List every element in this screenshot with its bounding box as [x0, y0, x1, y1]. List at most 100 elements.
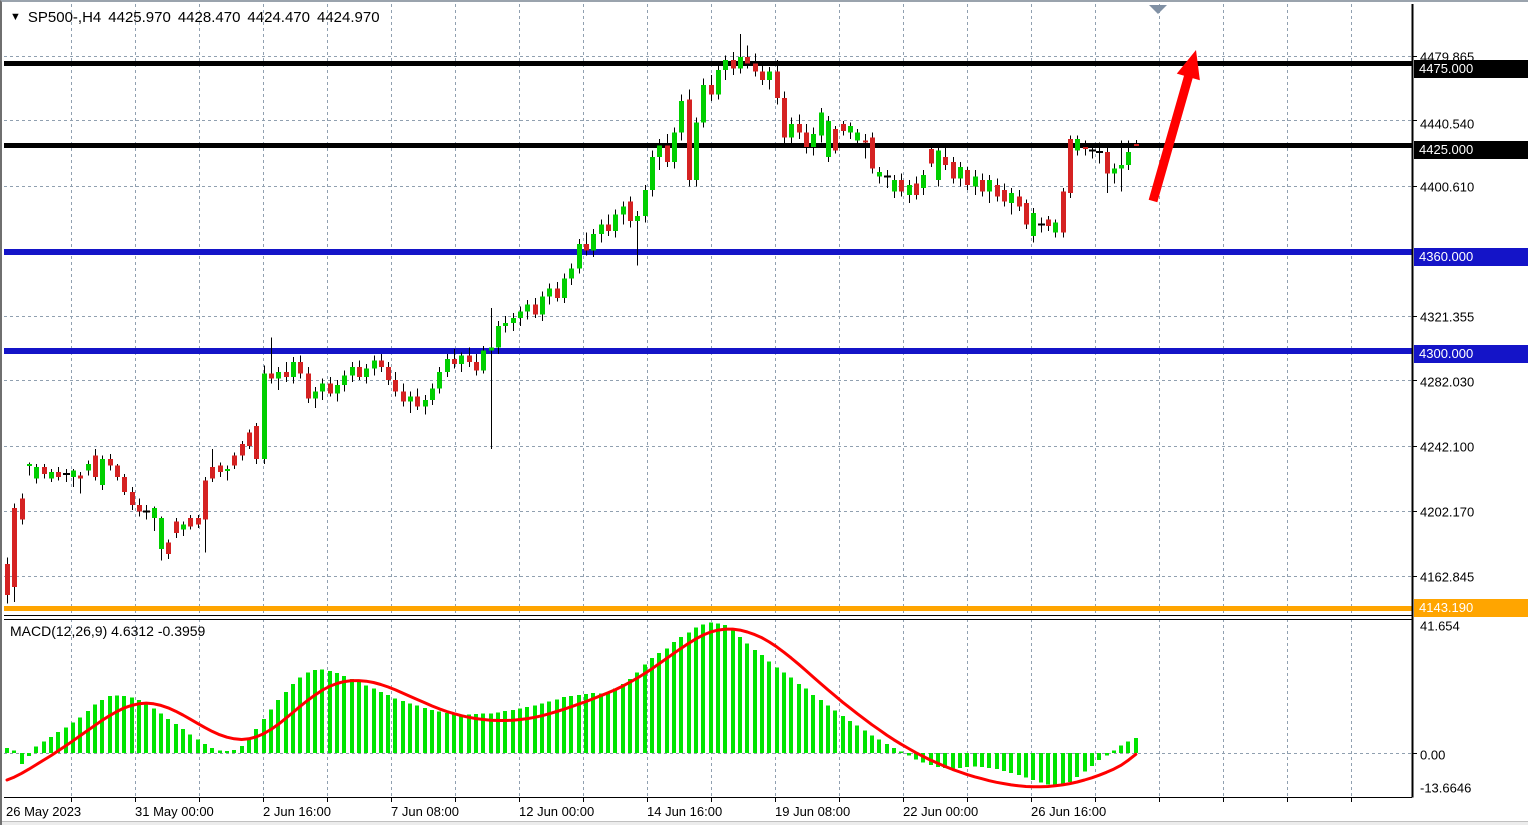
candle-body [709, 85, 714, 95]
horizontal-level-lines[interactable] [4, 61, 1412, 611]
macd-axis-label: 41.654 [1420, 619, 1460, 634]
candle-body [643, 190, 648, 216]
price-hline-4360.000[interactable] [4, 249, 1412, 255]
price-hline-4300.000[interactable] [4, 348, 1412, 354]
candle [599, 219, 604, 242]
candle-body [401, 392, 406, 402]
price-hline-4475.000[interactable] [4, 61, 1412, 66]
candle-body [797, 124, 802, 132]
macd-bar [64, 727, 68, 753]
candle [181, 521, 186, 536]
macd-bar [650, 658, 654, 753]
candle-body [496, 326, 501, 347]
candle-body [987, 180, 992, 191]
macd-bar [775, 668, 779, 753]
candle-body [313, 392, 318, 399]
candle [342, 370, 347, 391]
candle [958, 162, 963, 187]
candle-body [833, 129, 838, 150]
candle [562, 274, 567, 304]
candle-body [42, 467, 47, 474]
candle-body [159, 518, 164, 549]
macd-bar [225, 751, 229, 753]
scroll-to-end-marker-icon[interactable] [1149, 5, 1167, 14]
macd-bar [232, 750, 236, 753]
time-axis-label[interactable]: 19 Jun 08:00 [775, 804, 850, 819]
candle-body [1061, 191, 1066, 232]
chart-canvas[interactable] [2, 2, 1528, 825]
candle [1009, 188, 1014, 214]
price-axis-label: 4321.355 [1420, 310, 1474, 325]
price-axis-badge: 4300.000 [1414, 345, 1528, 363]
candle [987, 175, 992, 203]
candle [767, 67, 772, 90]
header-open: 4425.970 [108, 9, 171, 26]
candle-body [56, 472, 61, 477]
candle [56, 467, 61, 480]
macd-bar [1017, 753, 1021, 775]
time-axis-label[interactable]: 26 Jun 16:00 [1031, 804, 1106, 819]
macd-bar [518, 709, 522, 753]
macd-bar [1061, 753, 1065, 785]
candle-body [1024, 203, 1029, 224]
candle [547, 283, 552, 304]
time-axis-label[interactable]: 14 Jun 16:00 [647, 804, 722, 819]
macd-bar [247, 739, 251, 753]
candle [232, 452, 237, 468]
candle-body [262, 374, 267, 459]
candle-body [965, 170, 970, 185]
candle [291, 357, 296, 383]
grid-lines [4, 4, 1412, 797]
macd-bar [262, 719, 266, 753]
candle-body [342, 375, 347, 385]
candle [5, 557, 10, 603]
candle-body [320, 383, 325, 391]
time-axis-label[interactable]: 7 Jun 08:00 [391, 804, 459, 819]
candle-body [188, 518, 193, 526]
macd-bar [987, 753, 991, 768]
candle [511, 313, 516, 331]
candle [1112, 164, 1117, 184]
candle [687, 90, 692, 187]
annotation-arrow[interactable] [1153, 50, 1200, 201]
candle-body [613, 214, 618, 230]
candle [694, 118, 699, 187]
candle-body [745, 57, 750, 64]
candle-body [108, 459, 113, 466]
candle-body [672, 132, 677, 162]
time-axis-label[interactable]: 26 May 2023 [6, 804, 81, 819]
time-axis-label[interactable]: 31 May 00:00 [135, 804, 214, 819]
candle [196, 515, 201, 528]
candle [613, 210, 618, 238]
macd-bar [1126, 741, 1130, 753]
candle-body [1112, 169, 1117, 174]
macd-bar [789, 677, 793, 753]
symbol-dropdown-icon[interactable]: ▼ [10, 11, 21, 23]
candle [907, 180, 912, 203]
macd-bar [203, 744, 207, 753]
time-axis-label[interactable]: 22 Jun 00:00 [903, 804, 978, 819]
candle-body [240, 444, 245, 455]
candle-body [298, 362, 303, 373]
candle [606, 214, 611, 235]
candle-body [775, 72, 780, 98]
macd-bar [723, 625, 727, 753]
price-hline-4425.000[interactable] [4, 143, 1412, 148]
candle [841, 121, 846, 136]
candle-body [115, 466, 120, 477]
time-axis-label[interactable]: 12 Jun 00:00 [519, 804, 594, 819]
candle [42, 464, 47, 479]
macd-bar [379, 692, 383, 753]
candle [20, 493, 25, 524]
macd-bar [496, 712, 500, 753]
candle-body [1119, 165, 1124, 168]
candle-body [1126, 152, 1131, 165]
candle-body [386, 367, 391, 380]
macd-bar [254, 729, 258, 753]
candle-body [511, 318, 516, 323]
candle [518, 306, 523, 326]
price-hline-4143.190[interactable] [4, 606, 1412, 611]
candle-body [723, 60, 728, 70]
time-axis-label[interactable]: 2 Jun 16:00 [263, 804, 331, 819]
macd-bar [606, 692, 610, 753]
